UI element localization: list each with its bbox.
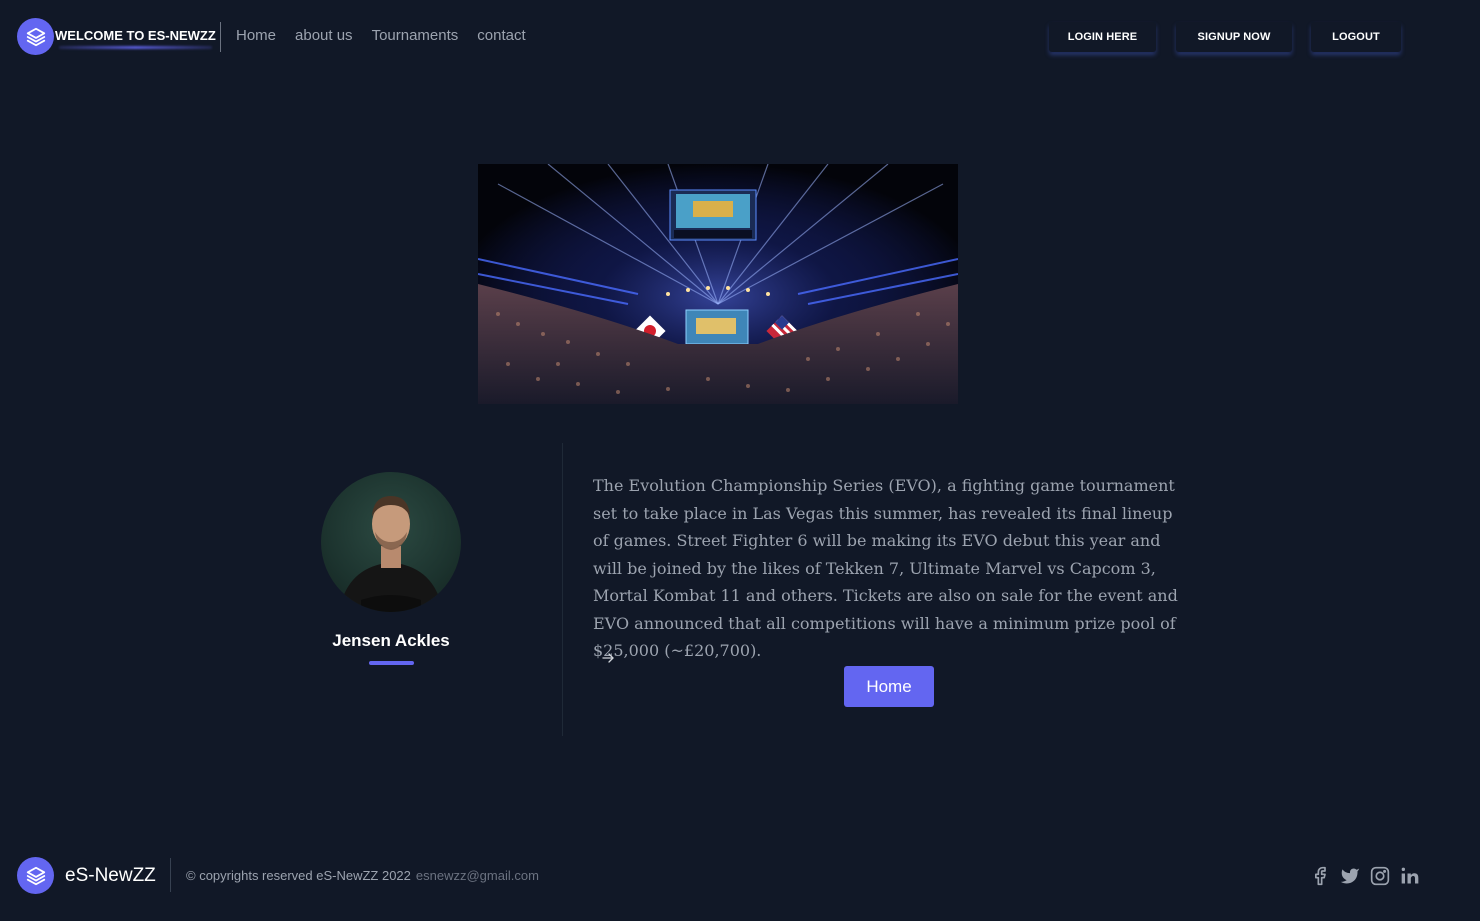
linkedin-icon[interactable]	[1400, 866, 1420, 886]
facebook-icon[interactable]	[1310, 866, 1330, 886]
author-avatar	[321, 472, 461, 612]
login-button[interactable]: LOGIN HERE	[1049, 22, 1156, 52]
twitter-icon[interactable]	[1340, 866, 1360, 886]
hero-image-arena	[478, 164, 958, 404]
author-name: Jensen Ackles	[332, 631, 450, 650]
brand[interactable]: WELCOME TO ES-NEWZZ	[17, 18, 216, 55]
logout-button[interactable]: LOGOUT	[1311, 22, 1401, 52]
nav-link-contact[interactable]: contact	[477, 27, 525, 44]
footer-email[interactable]: esnewzz@gmail.com	[416, 868, 539, 883]
brand-title: WELCOME TO ES-NEWZZ	[55, 28, 216, 43]
layers-logo-icon	[17, 18, 54, 55]
nav-link-about-us[interactable]: about us	[295, 27, 353, 44]
nav-link-tournaments[interactable]: Tournaments	[372, 27, 459, 44]
main-nav: Home about us Tournaments contact	[236, 27, 526, 44]
footer-copyright: © copyrights reserved eS-NewZZ 2022 esnew…	[186, 868, 539, 883]
arrow-right-icon[interactable]	[600, 650, 616, 666]
instagram-icon[interactable]	[1370, 866, 1390, 886]
nav-link-home[interactable]: Home	[236, 27, 276, 44]
author-name-underline	[369, 661, 414, 665]
signup-button[interactable]: SIGNUP NOW	[1176, 22, 1292, 52]
top-navbar: WELCOME TO ES-NEWZZ Home about us Tourna…	[0, 0, 1480, 74]
vertical-divider	[562, 443, 563, 736]
footer-divider	[170, 858, 171, 892]
copyright-text: © copyrights reserved eS-NewZZ 2022	[186, 868, 411, 883]
footer-brand: eS-NewZZ	[65, 865, 156, 886]
nav-divider	[220, 22, 221, 52]
article-body: The Evolution Championship Series (EVO),…	[593, 476, 1178, 660]
footer-layers-logo-icon[interactable]	[17, 857, 54, 894]
home-button[interactable]: Home	[844, 666, 934, 707]
